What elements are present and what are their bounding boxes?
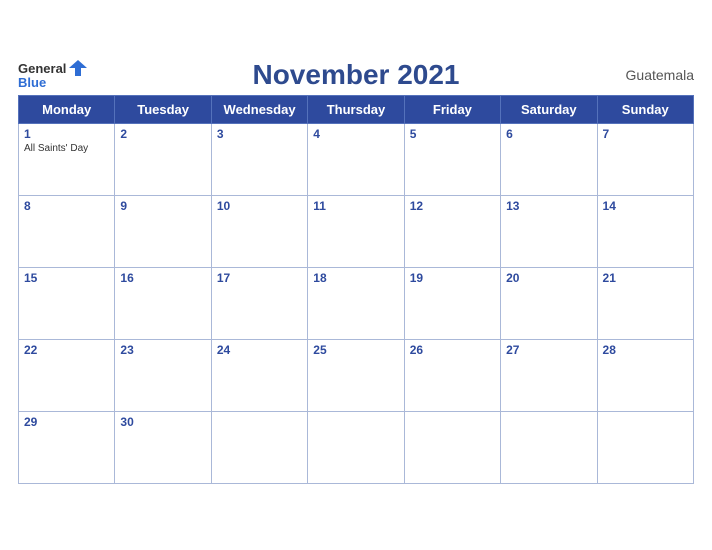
day-number: 6 <box>506 127 591 141</box>
day-number: 3 <box>217 127 302 141</box>
day-number: 13 <box>506 199 591 213</box>
calendar-cell: 21 <box>597 267 693 339</box>
calendar-cell: 24 <box>211 339 307 411</box>
calendar-cell: 9 <box>115 195 211 267</box>
calendar-week-row: 1 All Saints' Day 234567 <box>19 123 694 195</box>
header-wednesday: Wednesday <box>211 95 307 123</box>
header-sunday: Sunday <box>597 95 693 123</box>
day-number: 29 <box>24 415 109 429</box>
header-tuesday: Tuesday <box>115 95 211 123</box>
header-saturday: Saturday <box>501 95 597 123</box>
calendar-cell: 4 <box>308 123 404 195</box>
calendar-cell: 5 <box>404 123 500 195</box>
calendar-table: Monday Tuesday Wednesday Thursday Friday… <box>18 95 694 484</box>
calendar-wrapper: General Blue November 2021 Guatemala Mon… <box>0 49 712 502</box>
calendar-cell <box>211 411 307 483</box>
calendar-cell: 17 <box>211 267 307 339</box>
day-number: 25 <box>313 343 398 357</box>
calendar-week-row: 29 30 <box>19 411 694 483</box>
day-number: 24 <box>217 343 302 357</box>
day-number: 2 <box>120 127 205 141</box>
calendar-cell <box>404 411 500 483</box>
calendar-cell: 8 <box>19 195 115 267</box>
calendar-cell: 13 <box>501 195 597 267</box>
calendar-week-row: 15 16 17 18 19 20 21 <box>19 267 694 339</box>
calendar-cell: 18 <box>308 267 404 339</box>
day-number: 18 <box>313 271 398 285</box>
header-friday: Friday <box>404 95 500 123</box>
day-number: 16 <box>120 271 205 285</box>
day-number: 1 <box>24 127 109 141</box>
day-number: 4 <box>313 127 398 141</box>
calendar-cell: 7 <box>597 123 693 195</box>
day-number: 19 <box>410 271 495 285</box>
day-number: 28 <box>603 343 688 357</box>
calendar-cell: 14 <box>597 195 693 267</box>
header-thursday: Thursday <box>308 95 404 123</box>
day-number: 7 <box>603 127 688 141</box>
day-number: 21 <box>603 271 688 285</box>
calendar-week-row: 22 23 24 25 26 27 28 <box>19 339 694 411</box>
day-number: 12 <box>410 199 495 213</box>
calendar-cell <box>597 411 693 483</box>
calendar-cell: 27 <box>501 339 597 411</box>
calendar-cell: 22 <box>19 339 115 411</box>
logo: General Blue <box>18 60 87 89</box>
calendar-cell: 30 <box>115 411 211 483</box>
calendar-cell: 3 <box>211 123 307 195</box>
day-number: 11 <box>313 199 398 213</box>
calendar-cell: 11 <box>308 195 404 267</box>
calendar-header: General Blue November 2021 Guatemala <box>18 59 694 91</box>
calendar-cell: 26 <box>404 339 500 411</box>
calendar-cell: 12 <box>404 195 500 267</box>
day-number: 27 <box>506 343 591 357</box>
calendar-country: Guatemala <box>626 67 694 83</box>
calendar-cell: 19 <box>404 267 500 339</box>
header-monday: Monday <box>19 95 115 123</box>
calendar-cell: 6 <box>501 123 597 195</box>
calendar-cell: 20 <box>501 267 597 339</box>
day-number: 23 <box>120 343 205 357</box>
calendar-body: 1All Saints' Day234567891011121314151617… <box>19 123 694 483</box>
logo-bird-icon <box>69 60 87 76</box>
calendar-cell: 2 <box>115 123 211 195</box>
calendar-cell: 1 All Saints' Day <box>19 123 115 195</box>
calendar-title: November 2021 <box>18 59 694 91</box>
day-number: 14 <box>603 199 688 213</box>
calendar-cell: 16 <box>115 267 211 339</box>
day-number: 17 <box>217 271 302 285</box>
weekday-header-row: Monday Tuesday Wednesday Thursday Friday… <box>19 95 694 123</box>
calendar-cell: 25 <box>308 339 404 411</box>
calendar-cell <box>308 411 404 483</box>
day-number: 9 <box>120 199 205 213</box>
day-number: 10 <box>217 199 302 213</box>
calendar-cell: 10 <box>211 195 307 267</box>
calendar-cell: 29 <box>19 411 115 483</box>
day-number: 5 <box>410 127 495 141</box>
day-number: 8 <box>24 199 109 213</box>
calendar-cell: 28 <box>597 339 693 411</box>
day-number: 22 <box>24 343 109 357</box>
day-number: 30 <box>120 415 205 429</box>
day-number: 26 <box>410 343 495 357</box>
day-number: 20 <box>506 271 591 285</box>
day-number: 15 <box>24 271 109 285</box>
holiday-label: All Saints' Day <box>24 143 109 154</box>
logo-blue-text: Blue <box>18 76 46 89</box>
logo-general-text: General <box>18 62 66 75</box>
calendar-cell: 23 <box>115 339 211 411</box>
calendar-cell: 15 <box>19 267 115 339</box>
calendar-week-row: 89 10 11 12 13 14 <box>19 195 694 267</box>
calendar-cell <box>501 411 597 483</box>
